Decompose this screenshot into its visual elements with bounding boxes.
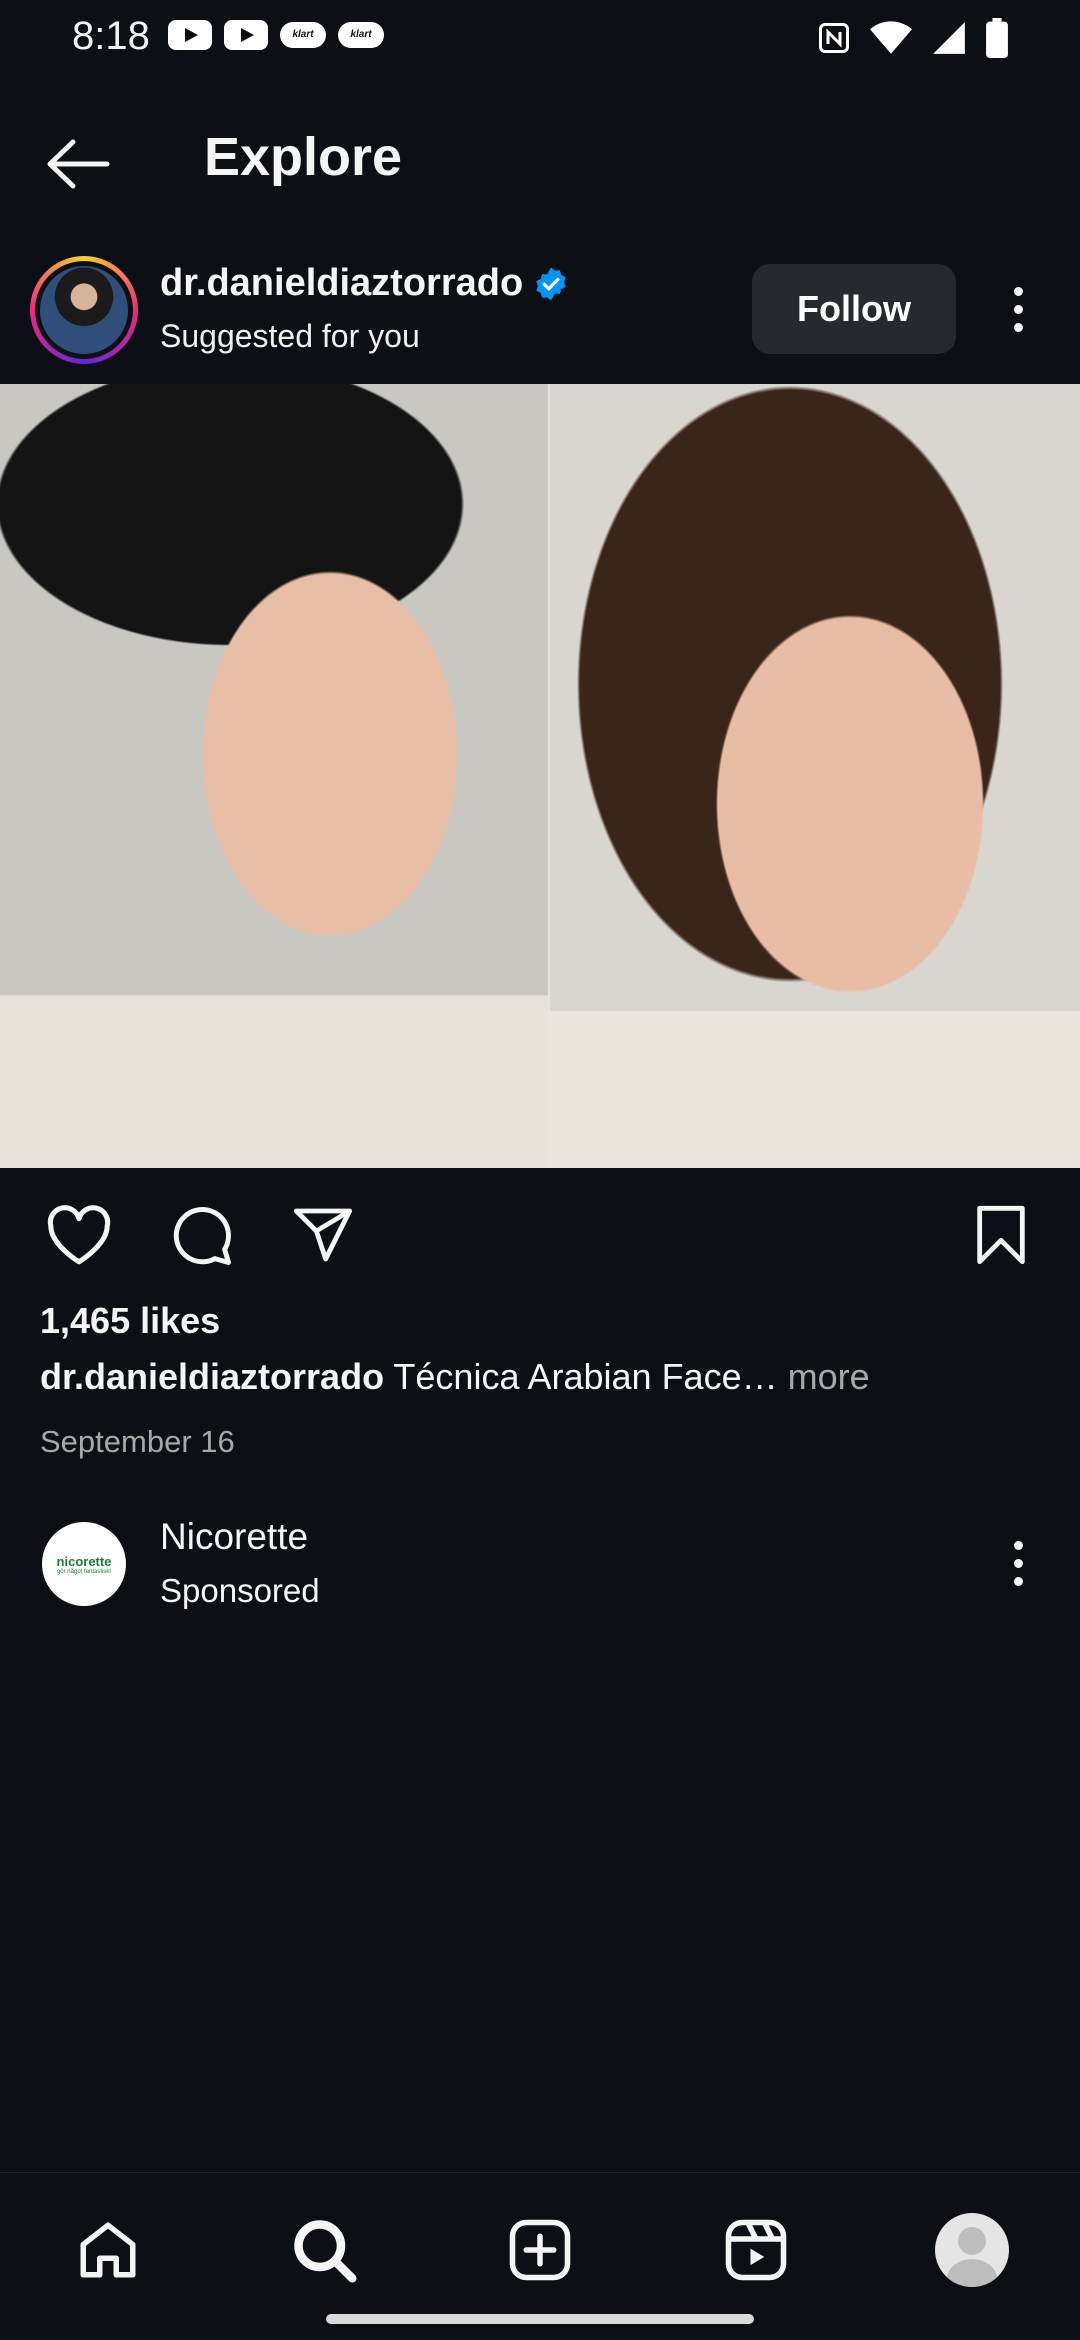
post-options-button[interactable] [998,274,1038,344]
like-button[interactable] [40,1196,118,1274]
signal-icon [933,22,965,54]
nav-reels[interactable] [706,2200,806,2300]
likes-count[interactable]: 1,465 likes [40,1300,220,1342]
post-date: September 16 [40,1424,235,1459]
caption-text: Técnica Arabian Face… [384,1356,778,1397]
caption[interactable]: dr.danieldiaztorrado Técnica Arabian Fac… [40,1356,870,1398]
follow-button[interactable]: Follow [752,264,956,354]
search-icon [294,2220,357,2283]
reels-icon [725,2219,787,2281]
verified-badge-icon [536,267,566,300]
post-actions [40,1196,362,1274]
more-vertical-icon [1013,286,1023,296]
send-icon [293,1208,353,1262]
post-image[interactable] [0,384,1080,1168]
sponsor-avatar[interactable]: nicorette gör något fantastiskt [42,1522,126,1606]
home-icon [80,2222,136,2278]
page-title: Explore [204,127,403,187]
bookmark-icon [977,1205,1025,1265]
username[interactable]: dr.danieldiaztorrado [160,262,523,305]
notification-icons: klart klart [168,20,384,50]
post-author[interactable]: dr.danieldiaztorrado [160,262,569,305]
heart-icon [47,1205,111,1265]
wifi-icon [870,21,912,54]
back-button[interactable] [40,126,116,202]
nfc-icon [819,23,849,53]
author-avatar[interactable] [30,256,138,364]
sponsored-label: Sponsored [160,1572,320,1609]
sponsor-name[interactable]: Nicorette [160,1516,308,1558]
nicorette-tagline: gör något fantastiskt [56,1568,112,1575]
share-button[interactable] [284,1196,362,1274]
nav-create[interactable] [490,2200,590,2300]
system-icons [816,18,1008,58]
profile-avatar [935,2213,1009,2287]
after-photo [548,384,1080,1168]
before-photo [0,384,548,1168]
klart-icon: klart [338,22,384,48]
caption-username[interactable]: dr.danieldiaztorrado [40,1356,384,1397]
comment-icon [173,1207,231,1265]
nicorette-logo: nicorette [56,1553,112,1569]
more-vertical-icon [1013,1540,1023,1550]
save-button[interactable] [962,1196,1040,1274]
youtube-icon [168,20,212,50]
avatar [40,266,128,354]
caption-more-link[interactable]: more [778,1356,870,1397]
nav-search[interactable] [274,2200,374,2300]
suggested-label: Suggested for you [160,318,420,354]
nav-home[interactable] [58,2200,158,2300]
arrow-left-icon [47,139,110,189]
sponsored-options-button[interactable] [998,1528,1038,1598]
status-time: 8:18 [72,14,150,58]
create-icon [509,2219,571,2281]
battery-icon [986,18,1008,58]
home-indicator[interactable] [326,2314,754,2324]
klart-icon: klart [280,22,326,48]
youtube-icon [224,20,268,50]
comment-button[interactable] [162,1196,240,1274]
nav-profile[interactable] [922,2200,1022,2300]
